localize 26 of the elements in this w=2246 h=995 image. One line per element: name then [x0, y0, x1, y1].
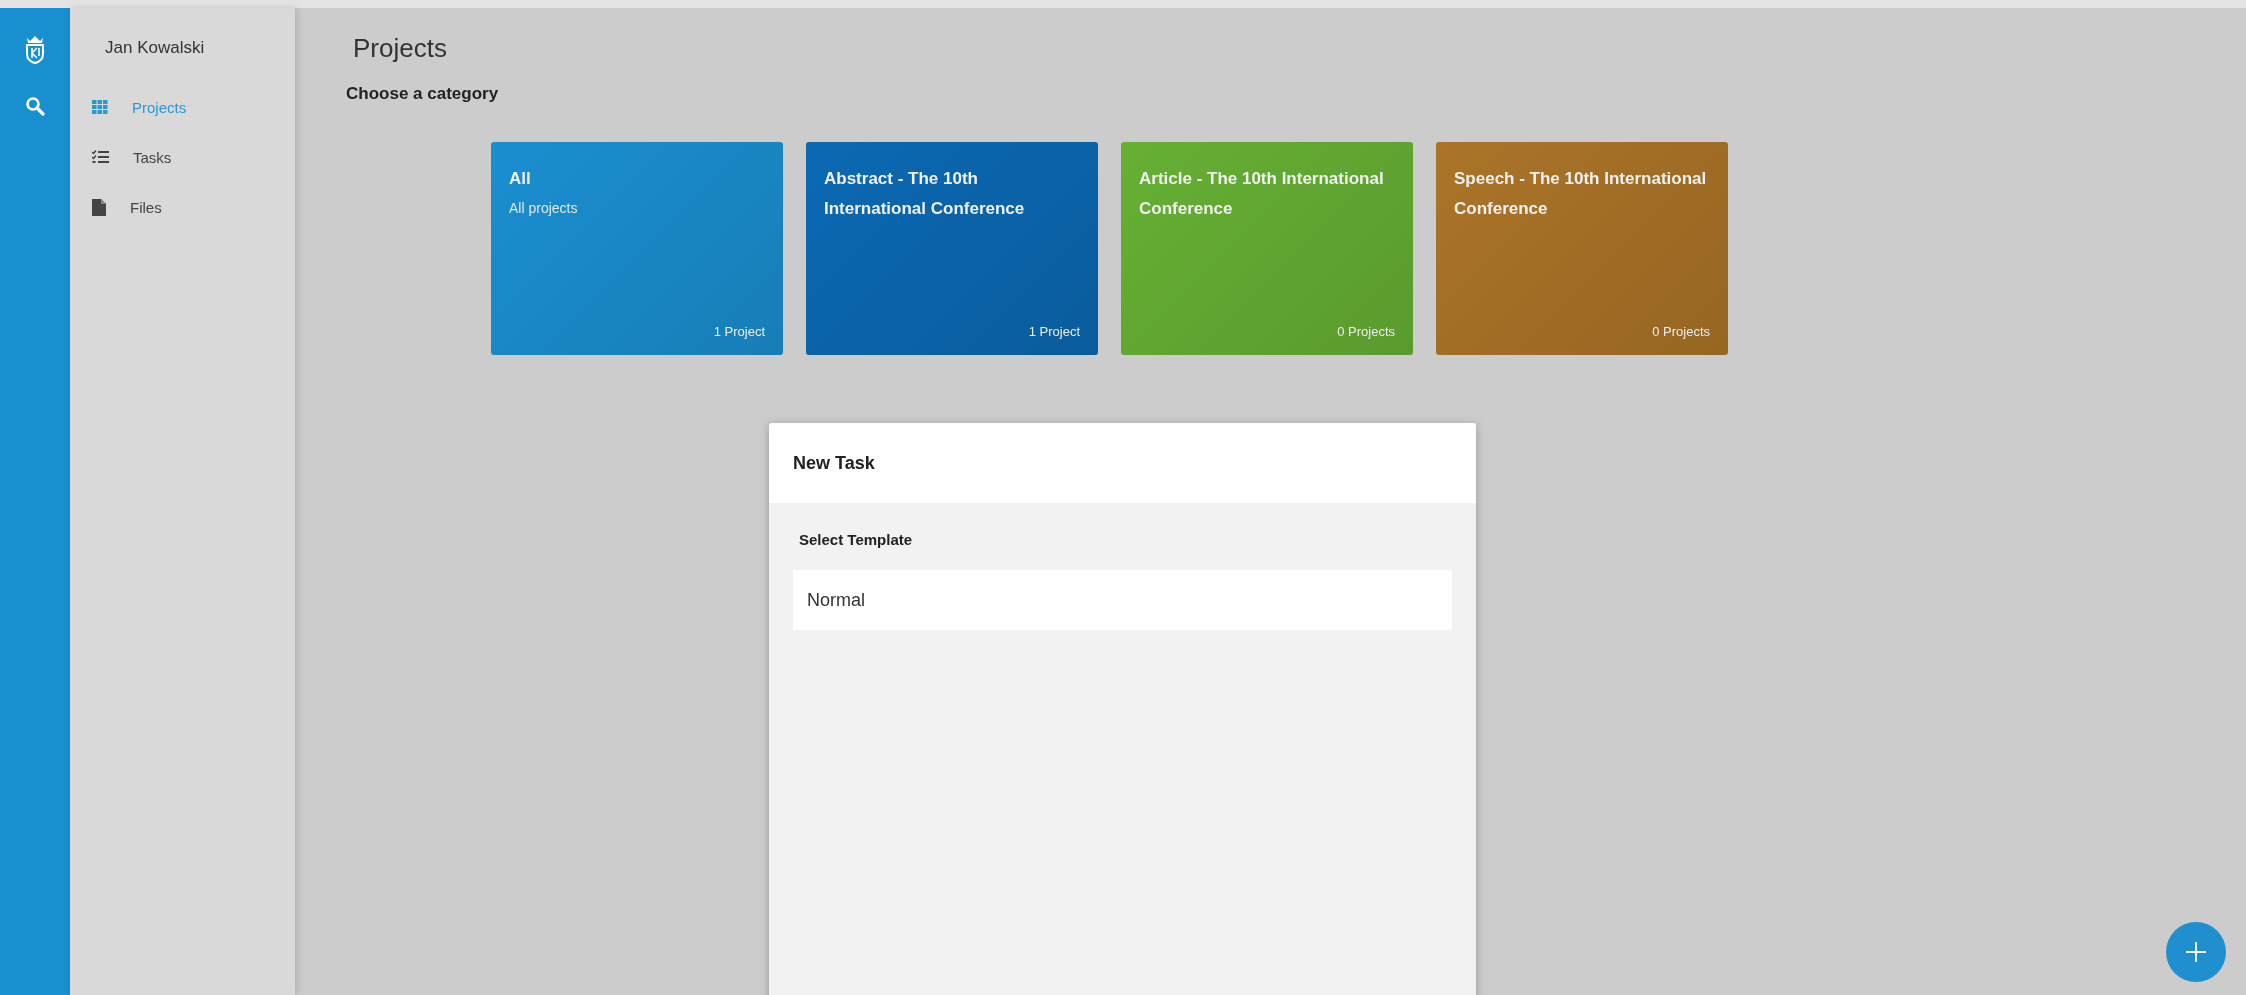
- project-count: 0 Projects: [1337, 324, 1395, 339]
- project-count: 1 Project: [1028, 324, 1080, 339]
- page-title: Projects: [353, 33, 448, 64]
- category-title: Abstract - The 10th International Conference: [824, 168, 1026, 220]
- file-icon: [92, 198, 106, 216]
- category-title: Speech - The 10th International Conference: [1454, 168, 1708, 220]
- section-heading: Choose a category: [346, 84, 500, 104]
- category-title: All: [509, 168, 532, 190]
- category-card[interactable]: Speech - The 10th International Conference 0 Projects: [1436, 142, 1728, 355]
- category-card[interactable]: Abstract - The 10th International Conference 1 Project: [806, 142, 1098, 355]
- dialog-title: New Task: [769, 423, 1476, 503]
- nav-item[interactable]: Tasks: [70, 132, 295, 182]
- logo-icon[interactable]: [24, 34, 46, 64]
- category-description: All projects: [509, 200, 579, 216]
- project-count: 0 Projects: [1652, 324, 1710, 339]
- grid-icon: [92, 100, 108, 114]
- category-card[interactable]: All All projects 1 Project: [491, 142, 783, 355]
- project-count: 1 Project: [713, 324, 765, 339]
- nav-item[interactable]: Files: [70, 182, 295, 232]
- field-label: Select Template: [799, 531, 914, 548]
- checklist-icon: [92, 150, 109, 164]
- plus-icon: [2185, 941, 2207, 963]
- template-option[interactable]: Normal: [793, 570, 1452, 630]
- user-name: Jan Kowalski: [105, 38, 206, 58]
- category-title: Article - The 10th International Conference: [1139, 168, 1385, 220]
- search-icon[interactable]: [25, 96, 45, 116]
